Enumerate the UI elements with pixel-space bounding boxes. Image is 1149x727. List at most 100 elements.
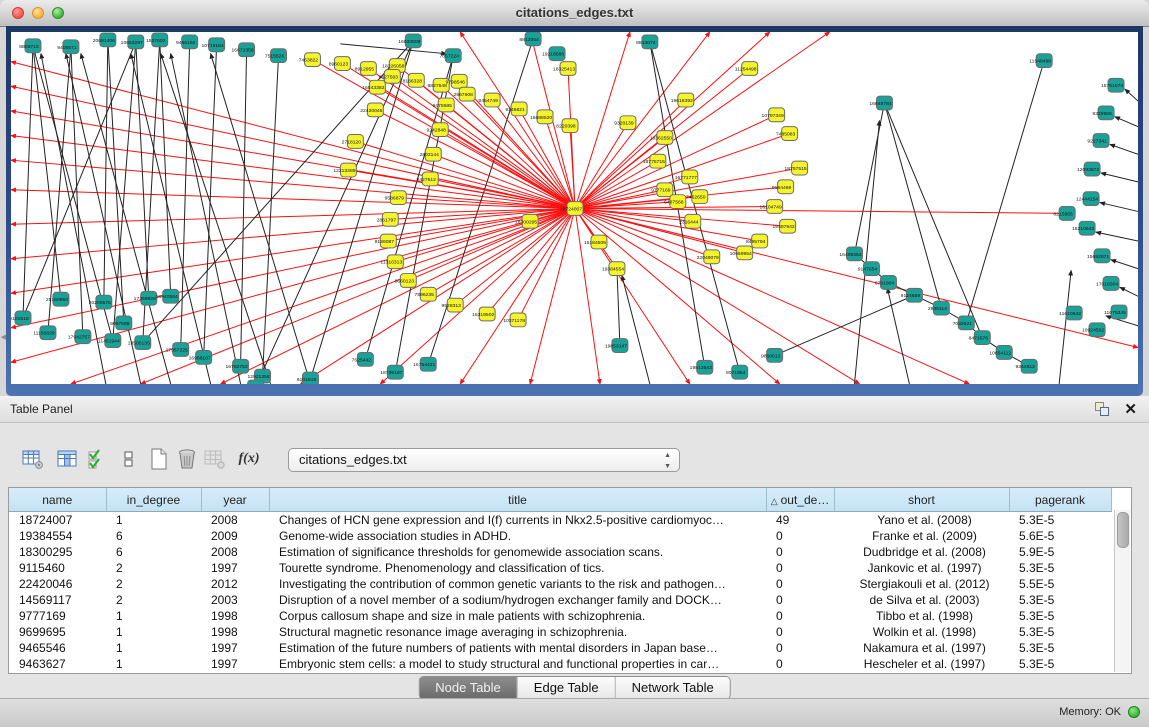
column-header-title[interactable]: title: [269, 488, 766, 512]
graph-node[interactable]: 16033809: [398, 34, 421, 48]
create-column-icon[interactable]: [146, 446, 172, 472]
graph-node[interactable]: 16104749: [760, 200, 783, 214]
graph-node[interactable]: 12093872: [1077, 162, 1100, 176]
graph-node[interactable]: 7463822: [299, 53, 321, 67]
graph-node[interactable]: 9101518: [11, 311, 31, 325]
graph-node[interactable]: 8427512: [417, 172, 439, 186]
graph-node[interactable]: 8215955: [1053, 207, 1075, 221]
collapse-left-panel-arrow[interactable]: ◀: [0, 332, 7, 344]
graph-node[interactable]: 9850613: [761, 349, 783, 363]
graph-node[interactable]: 8454749: [478, 93, 500, 107]
graph-node[interactable]: 9320139: [614, 116, 636, 130]
column-header-pagerank[interactable]: pagerank: [1009, 488, 1111, 512]
graph-node[interactable]: 7485083: [776, 127, 798, 141]
graph-node[interactable]: 19218586: [542, 47, 565, 61]
column-header-short[interactable]: short: [834, 488, 1009, 512]
graph-node[interactable]: 17016504: [1096, 277, 1119, 291]
graph-node[interactable]: 16671358: [231, 43, 254, 57]
graph-node[interactable]: 17957225: [166, 343, 189, 357]
graph-node[interactable]: 2316444: [679, 214, 701, 228]
graph-node[interactable]: 2718120: [342, 135, 364, 149]
graph-node[interactable]: 11254498: [735, 62, 758, 76]
table-row[interactable]: 2242004622012Investigating the contribut…: [9, 576, 1111, 592]
graph-node[interactable]: 16782753: [226, 359, 249, 373]
graph-node[interactable]: 9405571: [57, 40, 79, 54]
delete-column-icon[interactable]: [174, 446, 200, 472]
graph-node[interactable]: 8186328: [403, 73, 425, 87]
function-builder-icon[interactable]: f(x): [236, 446, 262, 472]
graph-node[interactable]: 2861797: [377, 212, 399, 226]
table-row[interactable]: 969969511998Structural magnetic resonanc…: [9, 624, 1111, 640]
graph-node[interactable]: 18739187: [380, 365, 403, 379]
graph-node[interactable]: 10654112: [989, 346, 1012, 360]
graph-node[interactable]: 9154469: [772, 180, 794, 194]
graph-node[interactable]: 11316313: [380, 255, 403, 269]
show-columns-icon[interactable]: [55, 446, 81, 472]
graph-node[interactable]: 1527602: [146, 33, 168, 47]
graph-node[interactable]: 8805713: [19, 39, 41, 53]
graph-node[interactable]: 12444154: [1076, 192, 1099, 206]
scrollbar-thumb[interactable]: [1117, 512, 1129, 548]
graph-node[interactable]: 7032621: [953, 316, 975, 330]
graph-node[interactable]: 11610542: [1059, 306, 1082, 320]
graph-node[interactable]: 25160950: [46, 292, 69, 306]
graph-node[interactable]: 16362550: [650, 131, 673, 145]
graph-node[interactable]: 19853147: [605, 339, 628, 353]
graph-node[interactable]: 10653287: [121, 35, 144, 49]
graph-node[interactable]: 19384554: [602, 262, 625, 276]
graph-node[interactable]: 9242848: [427, 123, 449, 137]
graph-node[interactable]: 15692971: [1087, 249, 1110, 263]
table-row[interactable]: 946362711997Embryonic stem cells: a mode…: [9, 656, 1111, 672]
graph-node[interactable]: 8813074: [636, 35, 658, 49]
table-vertical-scrollbar[interactable]: [1114, 510, 1130, 672]
column-header-year[interactable]: year: [201, 488, 269, 512]
graph-node[interactable]: 8071954: [726, 365, 748, 379]
select-columns-icon[interactable]: [84, 446, 110, 472]
graph-node[interactable]: 8813054: [519, 32, 541, 46]
column-header-name[interactable]: name: [9, 488, 106, 512]
graph-node[interactable]: 7462650: [686, 190, 708, 204]
graph-node[interactable]: 16319502: [472, 307, 495, 321]
table-row[interactable]: 1830029562008Estimation of significance …: [9, 544, 1111, 560]
table-row[interactable]: 1456911722003Disruption of a novel membe…: [9, 592, 1111, 608]
graph-node[interactable]: 9344812: [1015, 359, 1037, 373]
table-options-icon[interactable]: [20, 446, 46, 472]
network-graph[interactable]: 1872400789601238912955182260589827503165…: [11, 32, 1138, 384]
graph-node[interactable]: 15497942: [773, 219, 796, 233]
graph-node[interactable]: 8660123: [395, 274, 417, 288]
graph-node[interactable]: 17359928: [134, 291, 157, 305]
graph-node[interactable]: 18325413: [553, 62, 576, 76]
graph-node[interactable]: 7625442: [352, 352, 374, 366]
table-row[interactable]: 1938455462009Genome-wide association stu…: [9, 528, 1111, 544]
graph-node[interactable]: 19813543: [690, 360, 713, 374]
table-row[interactable]: 946554611997Estimation of the future num…: [9, 640, 1111, 656]
graph-node[interactable]: 7515526: [265, 49, 287, 63]
graph-node[interactable]: 9475685: [433, 98, 455, 112]
graph-node[interactable]: 16210643: [1072, 221, 1095, 235]
graph-node[interactable]: 15688520: [530, 110, 553, 124]
float-panel-icon[interactable]: [1095, 402, 1109, 416]
table-row[interactable]: 977716911998Corpus callosum shape and si…: [9, 608, 1111, 624]
graph-node[interactable]: 20206576: [89, 295, 112, 309]
graph-node[interactable]: 18940584: [156, 289, 179, 303]
graph-node[interactable]: 15751074: [1101, 78, 1124, 92]
window-titlebar[interactable]: citations_edges.txt: [0, 0, 1149, 27]
graph-node[interactable]: 9147654: [858, 262, 880, 276]
table-row[interactable]: 1872400712008Changes of HCN gene express…: [9, 512, 1111, 529]
tab-node-table[interactable]: Node Table: [419, 677, 517, 699]
graph-node[interactable]: 11548498: [1029, 54, 1052, 68]
graph-node[interactable]: 22049079: [697, 250, 720, 264]
table-row[interactable]: 911546021997Tourette syndrome. Phenomeno…: [9, 560, 1111, 576]
graph-node[interactable]: 8471676: [969, 331, 991, 345]
graph-node[interactable]: 13505135: [128, 336, 151, 350]
graph-node[interactable]: 8960123: [329, 57, 351, 71]
graph-node[interactable]: 9136087: [375, 234, 397, 248]
graph-node[interactable]: 7896235: [415, 287, 437, 301]
graph-node[interactable]: 8220398: [556, 119, 578, 133]
graph-node[interactable]: 9466160: [176, 35, 198, 49]
graph-node[interactable]: 17942757: [68, 330, 91, 344]
graph-node[interactable]: 19618392: [671, 93, 694, 107]
graph-node[interactable]: 18775715: [643, 154, 666, 168]
graph-node[interactable]: 12213389: [333, 163, 356, 177]
tab-edge-table[interactable]: Edge Table: [517, 677, 615, 699]
